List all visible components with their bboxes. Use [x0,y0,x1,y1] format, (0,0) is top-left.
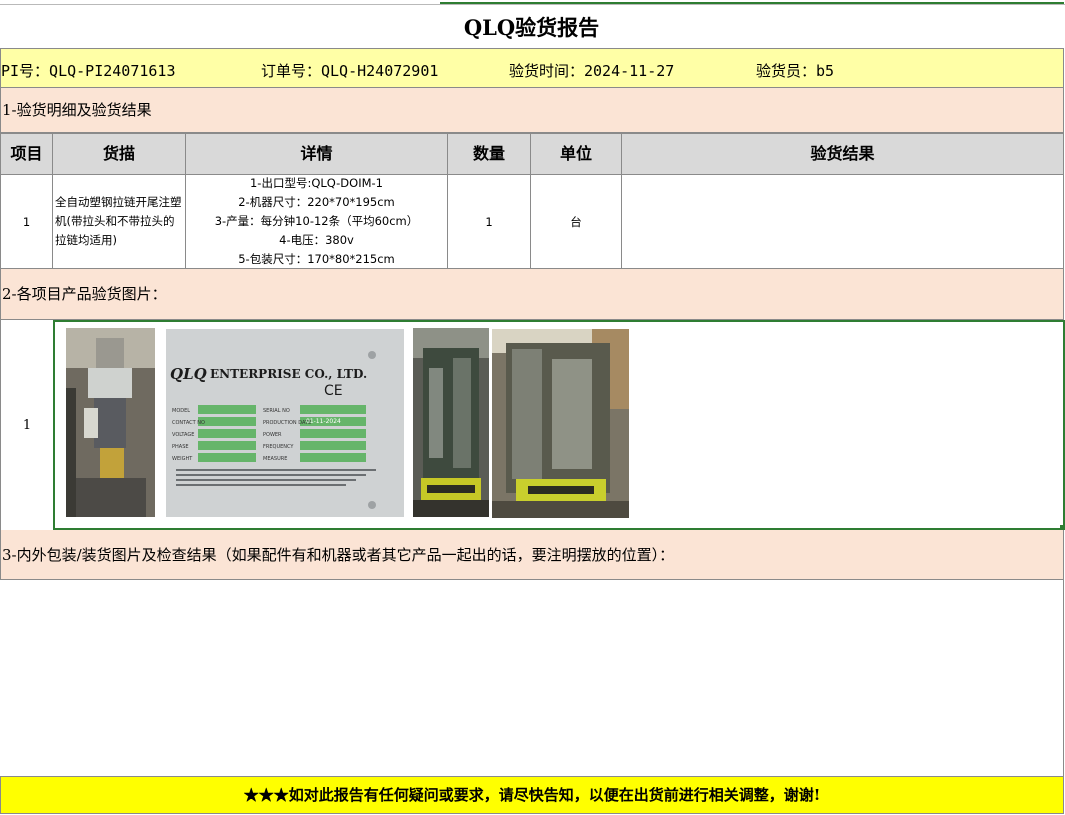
cell-quantity: 1 [448,175,531,268]
header-quantity: 数量 [448,134,531,174]
photo-nameplate: QLQ ENTERPRISE CO., LTD. CE MODEL CONTAC… [166,329,404,517]
nameplate-company: ENTERPRISE CO., LTD. [210,367,368,381]
header-item: 项目 [1,134,53,174]
order-number: 订单号：QLQ-H24072901 [261,62,439,80]
nameplate-production-date: 01-11-2024 [306,418,341,425]
cell-details: 1-出口型号:QLQ-DOIM-1 2-机器尺寸：220*70*195cm 3-… [186,175,448,268]
pi-number: PI号：QLQ-PI24071613 [1,62,176,80]
selection-indicator [440,0,1064,4]
photo-row: 1 QLQ ENTERPRISE CO., LTD. CE MODEL CONT… [0,320,1065,530]
inspection-date: 验货时间：2024-11-27 [509,62,675,80]
photo-wrapped-machine-side [413,328,489,517]
header-unit: 单位 [531,134,622,174]
footer-notice: ★★★如对此报告有任何疑问或要求，请尽快告知，以便在出货前进行相关调整，谢谢! [0,776,1064,814]
header-details: 详情 [186,134,448,174]
photo-row-number: 1 [22,417,32,433]
detail-line: 4-电压：380v [279,233,354,247]
section-3-title: 3-内外包装/装货图片及检查结果（如果配件有和机器或者其它产品一起出的话，要注明… [0,530,1064,580]
cell-result [622,175,1063,268]
header-result: 验货结果 [810,144,875,163]
photo-wrapped-machine-pallet [492,329,629,518]
detail-line: 2-机器尺寸：220*70*195cm [238,195,395,209]
nameplate-right-labels: SERIAL NO PRODUCTION DATE POWER FREQUENC… [263,408,312,462]
cell-description: 全自动塑钢拉链开尾注塑机(带拉头和不带拉头的拉链均适用) [53,175,186,268]
detail-line: 1-出口型号:QLQ-DOIM-1 [249,176,383,190]
section-3-blank-area [0,580,1064,776]
nameplate-ce-mark: CE [324,383,343,399]
report-title: QLQ验货报告 [463,15,600,40]
section-1-title: 1-验货明细及验货结果 [0,88,1064,133]
inspector: 验货员：b5 [756,62,835,80]
sheet-top-strip [0,0,1065,5]
photo-machine-front [66,328,155,517]
detail-line: 5-包装尺寸：170*80*215cm [238,252,395,266]
nameplate-brand: QLQ [170,365,207,383]
cell-unit: 台 [531,175,622,268]
table-row: 1 全自动塑钢拉链开尾注塑机(带拉头和不带拉头的拉链均适用) 1-出口型号:QL… [0,175,1064,269]
table-header: 项目 货描 详情 数量 单位 验货结果 [0,133,1064,175]
cell-item: 1 [1,175,53,268]
detail-line: 3-产量：每分钟10-12条（平均60cm） [214,214,419,228]
nameplate-left-labels: MODEL CONTACT NO VOLTAGE PHASE WEIGHT [172,408,205,462]
info-row: PI号：QLQ-PI24071613 订单号：QLQ-H24072901 验货时… [0,48,1064,88]
header-description: 货描 [53,134,186,174]
section-2-title: 2-各项目产品验货图片： [0,269,1064,320]
